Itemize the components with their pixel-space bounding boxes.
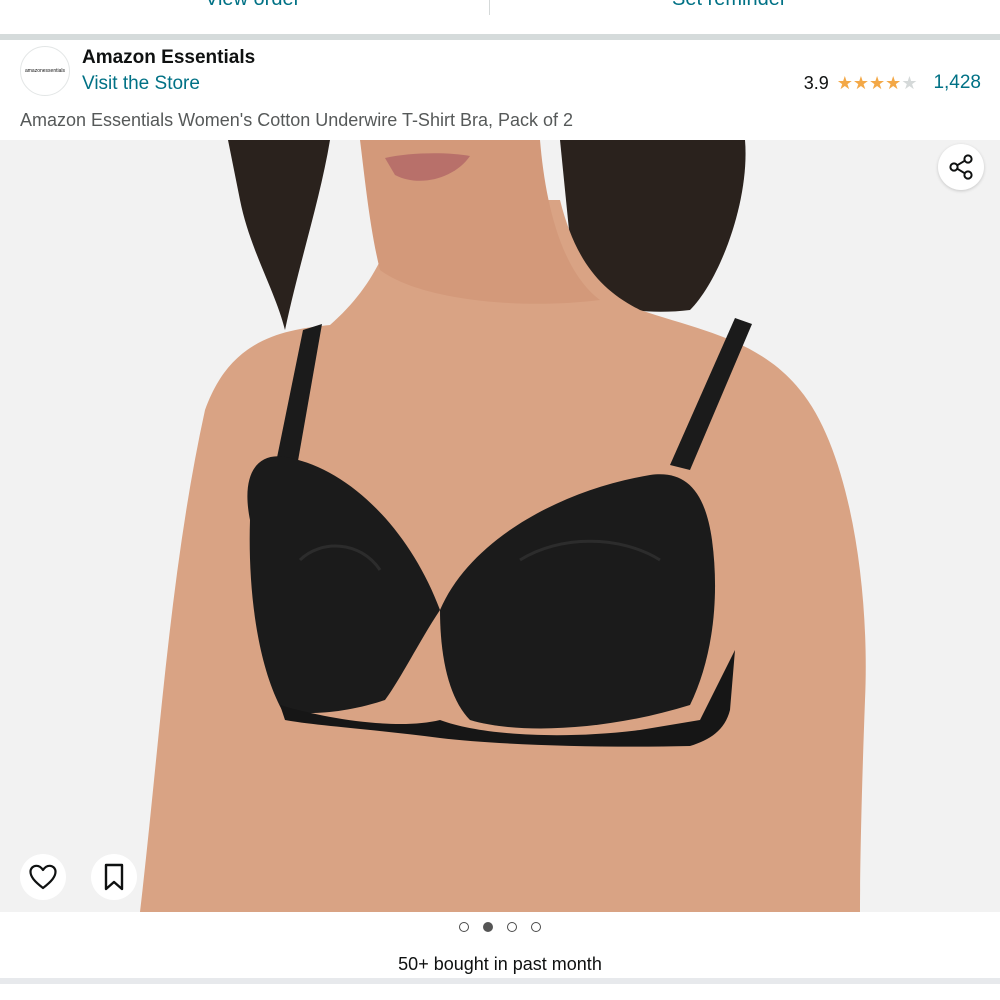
carousel-indicator[interactable] [0, 922, 1000, 932]
star-filled-icon: ★ [836, 73, 853, 93]
store-name: Amazon Essentials [82, 47, 256, 68]
heart-icon [29, 864, 57, 890]
visit-store-link[interactable]: Visit the Store [82, 73, 200, 95]
add-to-favorites-button[interactable] [20, 854, 66, 900]
view-order-link[interactable]: View order [205, 0, 300, 11]
star-empty-icon: ★ [901, 73, 918, 93]
star-filled-icon: ★ [869, 73, 886, 93]
section-divider-bottom [0, 978, 1000, 984]
bookmark-icon [104, 863, 124, 891]
rating-count-link[interactable]: 1,428 [933, 72, 981, 94]
share-icon [949, 154, 973, 180]
product-photo [0, 140, 1000, 912]
star-rating: ★ ★ ★ ★ ★ [837, 74, 918, 92]
carousel-dot-active[interactable] [483, 922, 493, 932]
carousel-dot[interactable] [507, 922, 517, 932]
product-image-carousel[interactable] [0, 140, 1000, 912]
set-reminder-link[interactable]: Set reminder [672, 0, 787, 11]
store-header: amazonessentials Amazon Essentials Visit… [0, 40, 1000, 106]
carousel-dot[interactable] [459, 922, 469, 932]
star-filled-icon: ★ [852, 73, 870, 93]
star-filled-icon: ★ [885, 73, 902, 93]
save-to-list-button[interactable] [91, 854, 137, 900]
rating-summary[interactable]: 3.9 ★ ★ ★ ★ ★ 1,428 [804, 72, 981, 94]
carousel-dot[interactable] [531, 922, 541, 932]
rating-value: 3.9 [803, 72, 829, 93]
store-logo-text: amazonessentials [24, 68, 66, 74]
purchase-count-text: 50+ bought in past month [398, 954, 602, 974]
store-logo[interactable]: amazonessentials [20, 46, 70, 96]
product-title: Amazon Essentials Women's Cotton Underwi… [20, 110, 573, 130]
share-button[interactable] [938, 144, 984, 190]
order-actions-bar: View order Set reminder [0, 0, 1000, 34]
actions-divider [489, 0, 490, 15]
